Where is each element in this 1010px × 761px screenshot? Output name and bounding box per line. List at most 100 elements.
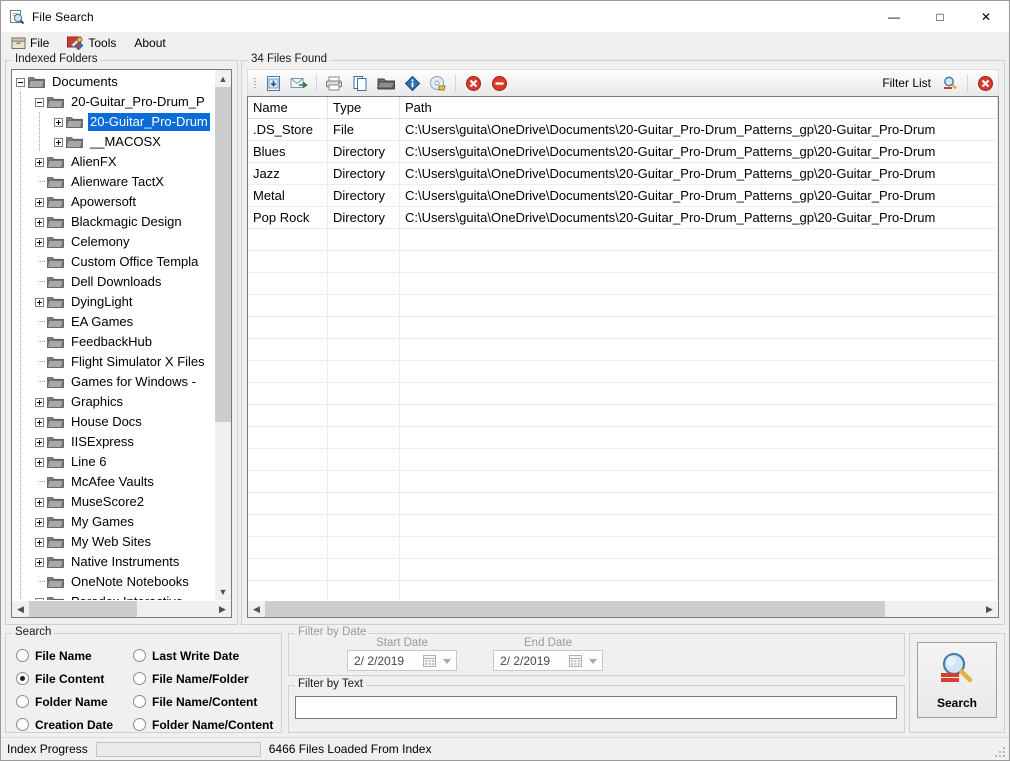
tree-expander-plus-icon[interactable] bbox=[31, 214, 47, 230]
tree-node[interactable]: Flight Simulator X Files bbox=[12, 352, 214, 372]
menu-file[interactable]: File bbox=[9, 33, 57, 53]
menu-tools[interactable]: Tools bbox=[65, 33, 124, 53]
table-row[interactable]: .DS_Store File C:\Users\guita\OneDrive\Doc… bbox=[248, 119, 998, 141]
tree-scroll-thumb[interactable] bbox=[215, 87, 231, 422]
tree-node[interactable]: Paradox Interactive bbox=[12, 592, 214, 600]
radio-file-content[interactable]: File Content bbox=[16, 667, 133, 690]
tree-node[interactable]: FeedbackHub bbox=[12, 332, 214, 352]
results-hscroll-thumb[interactable] bbox=[265, 601, 885, 617]
resize-gripper[interactable] bbox=[993, 745, 1007, 759]
disc-burn-icon[interactable] bbox=[426, 72, 450, 95]
tree-scroll-down-arrow[interactable]: ▼ bbox=[215, 583, 231, 600]
tree-node[interactable]: My Games bbox=[12, 512, 214, 532]
tree-node[interactable]: My Web Sites bbox=[12, 532, 214, 552]
radio-indicator[interactable] bbox=[133, 718, 146, 731]
tree-vertical-scrollbar[interactable]: ▲ ▼ bbox=[214, 70, 231, 600]
results-hscroll-track[interactable] bbox=[265, 601, 981, 617]
tree-expander-plus-icon[interactable] bbox=[31, 514, 47, 530]
filter-search-icon[interactable] bbox=[938, 72, 962, 95]
tree-node[interactable]: EA Games bbox=[12, 312, 214, 332]
radio-indicator[interactable] bbox=[16, 695, 29, 708]
tree-node[interactable]: House Docs bbox=[12, 412, 214, 432]
tree-expander-plus-icon[interactable] bbox=[31, 414, 47, 430]
radio-indicator[interactable] bbox=[16, 672, 29, 685]
radio-creation-date[interactable]: Creation Date bbox=[16, 713, 133, 736]
tree-node[interactable]: Graphics bbox=[12, 392, 214, 412]
filter-clear-icon[interactable] bbox=[973, 72, 997, 95]
radio-file-name[interactable]: File Name bbox=[16, 644, 133, 667]
tree-scroll-track[interactable] bbox=[215, 87, 231, 583]
tree-expander-plus-icon[interactable] bbox=[31, 554, 47, 570]
tree-expander-plus-icon[interactable] bbox=[31, 194, 47, 210]
tree-hscroll-right-arrow[interactable]: ▶ bbox=[214, 601, 231, 617]
delete-x-icon[interactable] bbox=[461, 72, 485, 95]
radio-indicator[interactable] bbox=[16, 718, 29, 731]
tree-expander-plus-icon[interactable] bbox=[31, 454, 47, 470]
radio-file-name-folder[interactable]: File Name/Folder bbox=[133, 667, 275, 690]
tree-expander-plus-icon[interactable] bbox=[31, 394, 47, 410]
tree-node[interactable]: OneNote Notebooks bbox=[12, 572, 214, 592]
tree-expander-plus-icon[interactable] bbox=[31, 434, 47, 450]
export-save-icon[interactable] bbox=[261, 72, 285, 95]
radio-indicator[interactable] bbox=[133, 672, 146, 685]
filter-text-input[interactable] bbox=[295, 696, 897, 719]
tree-node[interactable]: IISExpress bbox=[12, 432, 214, 452]
tree-node[interactable]: Custom Office Templa bbox=[12, 252, 214, 272]
search-button[interactable]: Search bbox=[917, 642, 997, 718]
tree-node[interactable]: Native Instruments bbox=[12, 552, 214, 572]
radio-indicator[interactable] bbox=[133, 649, 146, 662]
table-row[interactable]: Pop Rock Directory C:\Users\guita\OneDrive… bbox=[248, 207, 998, 229]
remove-minus-icon[interactable] bbox=[487, 72, 511, 95]
tree-node[interactable]: Line 6 bbox=[12, 452, 214, 472]
column-header-type[interactable]: Type bbox=[328, 97, 400, 118]
folder-tree[interactable]: Documents 20-Guitar_Pro-Drum_P 20-Guitar_P… bbox=[11, 69, 232, 618]
tree-node[interactable]: 20-Guitar_Pro-Drum_P bbox=[12, 92, 214, 112]
radio-folder-name[interactable]: Folder Name bbox=[16, 690, 133, 713]
tree-node[interactable]: __MACOSX bbox=[12, 132, 214, 152]
tree-node[interactable]: DyingLight bbox=[12, 292, 214, 312]
menu-about[interactable]: About bbox=[132, 33, 173, 53]
tree-hscroll-track[interactable] bbox=[29, 601, 214, 617]
start-date-dropdown-arrow[interactable] bbox=[443, 659, 451, 664]
radio-indicator[interactable] bbox=[133, 695, 146, 708]
results-hscroll-right-arrow[interactable]: ▶ bbox=[981, 601, 998, 617]
results-hscroll-left-arrow[interactable]: ◀ bbox=[248, 601, 265, 617]
tree-expander-minus-icon[interactable] bbox=[31, 94, 47, 110]
tree-expander-plus-icon[interactable] bbox=[50, 134, 66, 150]
minimize-button[interactable]: — bbox=[871, 1, 917, 32]
tree-node[interactable]: Games for Windows - bbox=[12, 372, 214, 392]
close-button[interactable]: ✕ bbox=[963, 1, 1009, 32]
tree-node[interactable]: Celemony bbox=[12, 232, 214, 252]
tree-node[interactable]: Apowersoft bbox=[12, 192, 214, 212]
tree-node[interactable]: Alienware TactX bbox=[12, 172, 214, 192]
table-row[interactable]: Blues Directory C:\Users\guita\OneDrive\Do… bbox=[248, 141, 998, 163]
column-header-name[interactable]: Name bbox=[248, 97, 328, 118]
tree-node[interactable]: AlienFX bbox=[12, 152, 214, 172]
column-header-path[interactable]: Path bbox=[400, 97, 998, 118]
maximize-button[interactable]: □ bbox=[917, 1, 963, 32]
end-date-picker[interactable]: 2/ 2/2019 bbox=[493, 650, 603, 671]
tree-expander-plus-icon[interactable] bbox=[31, 234, 47, 250]
tree-expander-minus-icon[interactable] bbox=[12, 74, 28, 90]
tree-expander-plus-icon[interactable] bbox=[31, 154, 47, 170]
tree-node[interactable]: Blackmagic Design bbox=[12, 212, 214, 232]
results-list[interactable]: Name Type Path .DS_Store File C:\Users\gui… bbox=[247, 96, 999, 618]
start-date-picker[interactable]: 2/ 2/2019 bbox=[347, 650, 457, 671]
folder-tree-list[interactable]: Documents 20-Guitar_Pro-Drum_P 20-Guitar_P… bbox=[12, 70, 214, 600]
tree-hscroll-thumb[interactable] bbox=[29, 601, 137, 617]
tree-node[interactable]: Dell Downloads bbox=[12, 272, 214, 292]
tree-scroll-up-arrow[interactable]: ▲ bbox=[215, 70, 231, 87]
open-folder-icon[interactable] bbox=[374, 72, 398, 95]
radio-file-name-content[interactable]: File Name/Content bbox=[133, 690, 275, 713]
tree-expander-plus-icon[interactable] bbox=[50, 114, 66, 130]
tree-expander-plus-icon[interactable] bbox=[31, 534, 47, 550]
table-row[interactable]: Metal Directory C:\Users\guita\OneDrive\Do… bbox=[248, 185, 998, 207]
radio-folder-name-content[interactable]: Folder Name/Content bbox=[133, 713, 275, 736]
radio-last-write-date[interactable]: Last Write Date bbox=[133, 644, 275, 667]
tree-node[interactable]: 20-Guitar_Pro-Drum bbox=[12, 112, 214, 132]
tree-node[interactable]: McAfee Vaults bbox=[12, 472, 214, 492]
print-icon[interactable] bbox=[322, 72, 346, 95]
email-send-icon[interactable] bbox=[287, 72, 311, 95]
copy-icon[interactable] bbox=[348, 72, 372, 95]
tree-hscroll-left-arrow[interactable]: ◀ bbox=[12, 601, 29, 617]
